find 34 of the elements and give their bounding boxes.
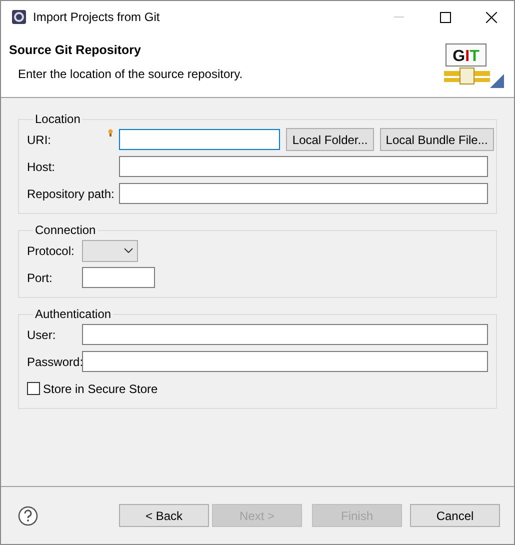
field-label: Port: (27, 270, 52, 286)
page-title: Source Git Repository (9, 42, 142, 59)
checkbox-label: Store in Secure Store (43, 380, 158, 398)
input-field[interactable] (119, 183, 488, 204)
group-title: Authentication (34, 307, 112, 321)
help-icon[interactable] (18, 506, 38, 526)
field-label: Host: (27, 158, 56, 176)
group-title: Connection (34, 223, 97, 237)
wizard-button[interactable]: Cancel (410, 504, 500, 527)
input-field[interactable] (82, 351, 488, 372)
field-label: Protocol: (27, 242, 74, 260)
wizard-button[interactable]: < Back (119, 504, 209, 527)
corner-triangle-icon (490, 74, 504, 88)
input-field[interactable] (119, 129, 280, 150)
input-field[interactable] (82, 267, 155, 288)
page-description: Enter the location of the source repository. (18, 66, 244, 83)
window-title: Import Projects from Git (33, 9, 161, 26)
field-label: User: (27, 326, 56, 344)
logo-text: GIT (452, 48, 480, 65)
app-icon (11, 9, 27, 25)
maximize-icon (440, 12, 450, 22)
lightbulb-icon (108, 128, 114, 136)
field-label: Repository path: (27, 186, 114, 202)
input-field[interactable] (82, 324, 488, 345)
browse-button[interactable]: Local Folder... (286, 128, 374, 151)
field-label: URI: (27, 132, 51, 148)
git-logo-drawing (444, 44, 490, 84)
chevron-down-icon (124, 248, 133, 253)
group-title: Location (34, 112, 82, 126)
input-field[interactable] (119, 156, 488, 177)
checkbox[interactable] (27, 382, 40, 395)
browse-button[interactable]: Local Bundle File... (380, 128, 494, 151)
field-label: Password: (27, 354, 84, 370)
close-icon (486, 12, 496, 22)
